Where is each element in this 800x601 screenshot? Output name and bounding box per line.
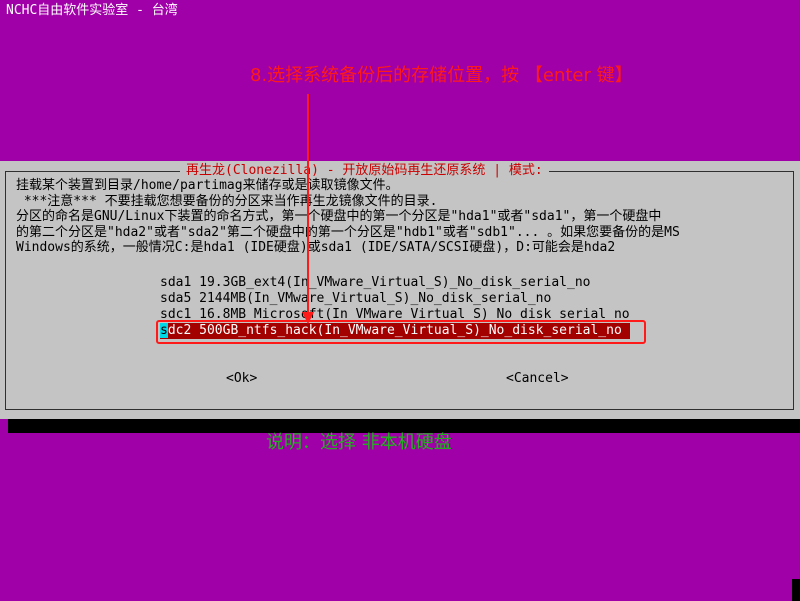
annotation-arrow-icon <box>302 94 314 324</box>
